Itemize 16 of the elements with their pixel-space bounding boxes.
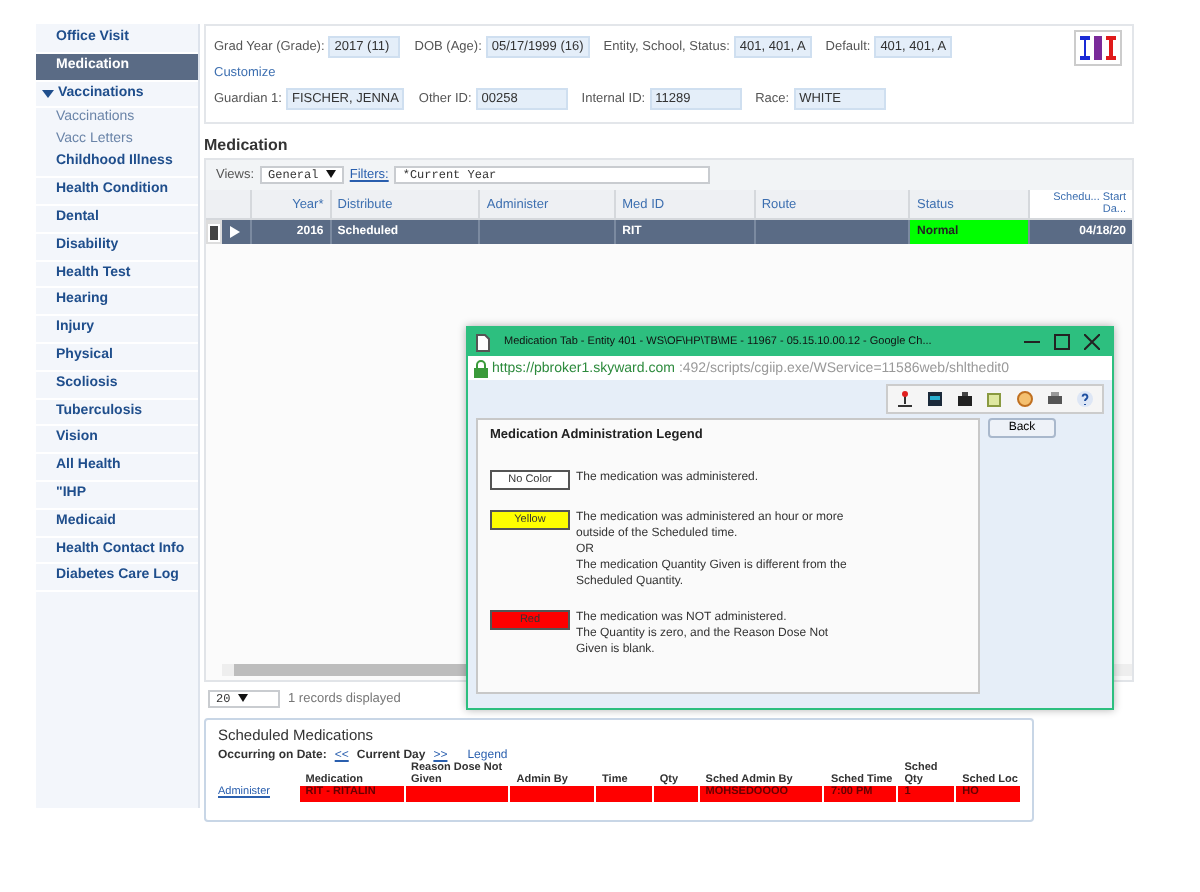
close-icon[interactable] — [1084, 334, 1100, 350]
help-icon[interactable] — [1076, 390, 1094, 408]
dropdown-arrow-icon — [325, 170, 336, 178]
section-title: Medication — [204, 136, 290, 154]
page-icon — [476, 333, 490, 351]
toolbar-icon[interactable] — [926, 390, 944, 408]
expand-triangle-icon[interactable] — [42, 87, 54, 100]
dropdown-arrow-icon — [237, 693, 248, 701]
logo-icon — [1074, 30, 1122, 66]
row-handle-icon[interactable] — [207, 223, 220, 241]
maximize-icon[interactable] — [1054, 334, 1070, 350]
printer-icon[interactable] — [1046, 390, 1064, 408]
toolbar-icon[interactable] — [956, 390, 974, 408]
expand-arrow-icon[interactable] — [230, 226, 241, 238]
toolbar-icon[interactable] — [896, 390, 914, 408]
lock-icon — [474, 359, 488, 377]
